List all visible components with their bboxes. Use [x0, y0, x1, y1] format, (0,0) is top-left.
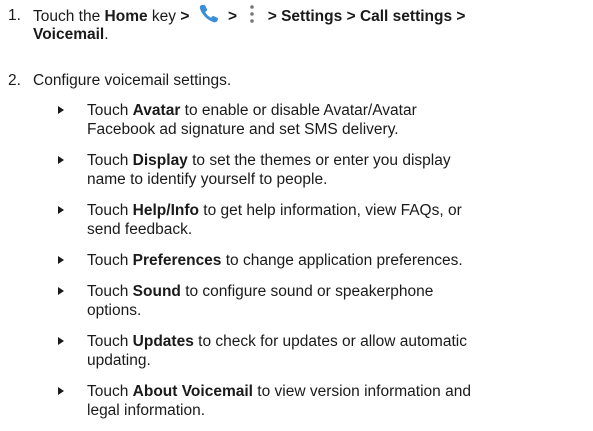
step-number: 1.	[8, 7, 21, 24]
bullet-arrow-icon	[58, 106, 64, 114]
home-key-label: Home	[104, 8, 148, 26]
step-number: 2.	[8, 72, 21, 89]
bullet-arrow-icon	[58, 287, 64, 295]
bullet-arrow-icon	[58, 337, 64, 345]
phone-icon	[198, 3, 220, 25]
bullet-arrow-icon	[58, 156, 64, 164]
settings-label: Settings	[281, 8, 343, 26]
step-2-text: Configure voicemail settings.	[33, 72, 232, 89]
call-settings-label: Call settings	[359, 8, 453, 26]
voicemail-label: Voicemail	[33, 26, 105, 43]
more-vertical-icon	[247, 4, 257, 24]
bullet-arrow-icon	[58, 387, 64, 395]
bullet-arrow-icon	[58, 206, 64, 214]
manual-page: 1. Touch the Home key > > > Settings > C…	[0, 0, 593, 431]
bullet-arrow-icon	[58, 256, 64, 264]
